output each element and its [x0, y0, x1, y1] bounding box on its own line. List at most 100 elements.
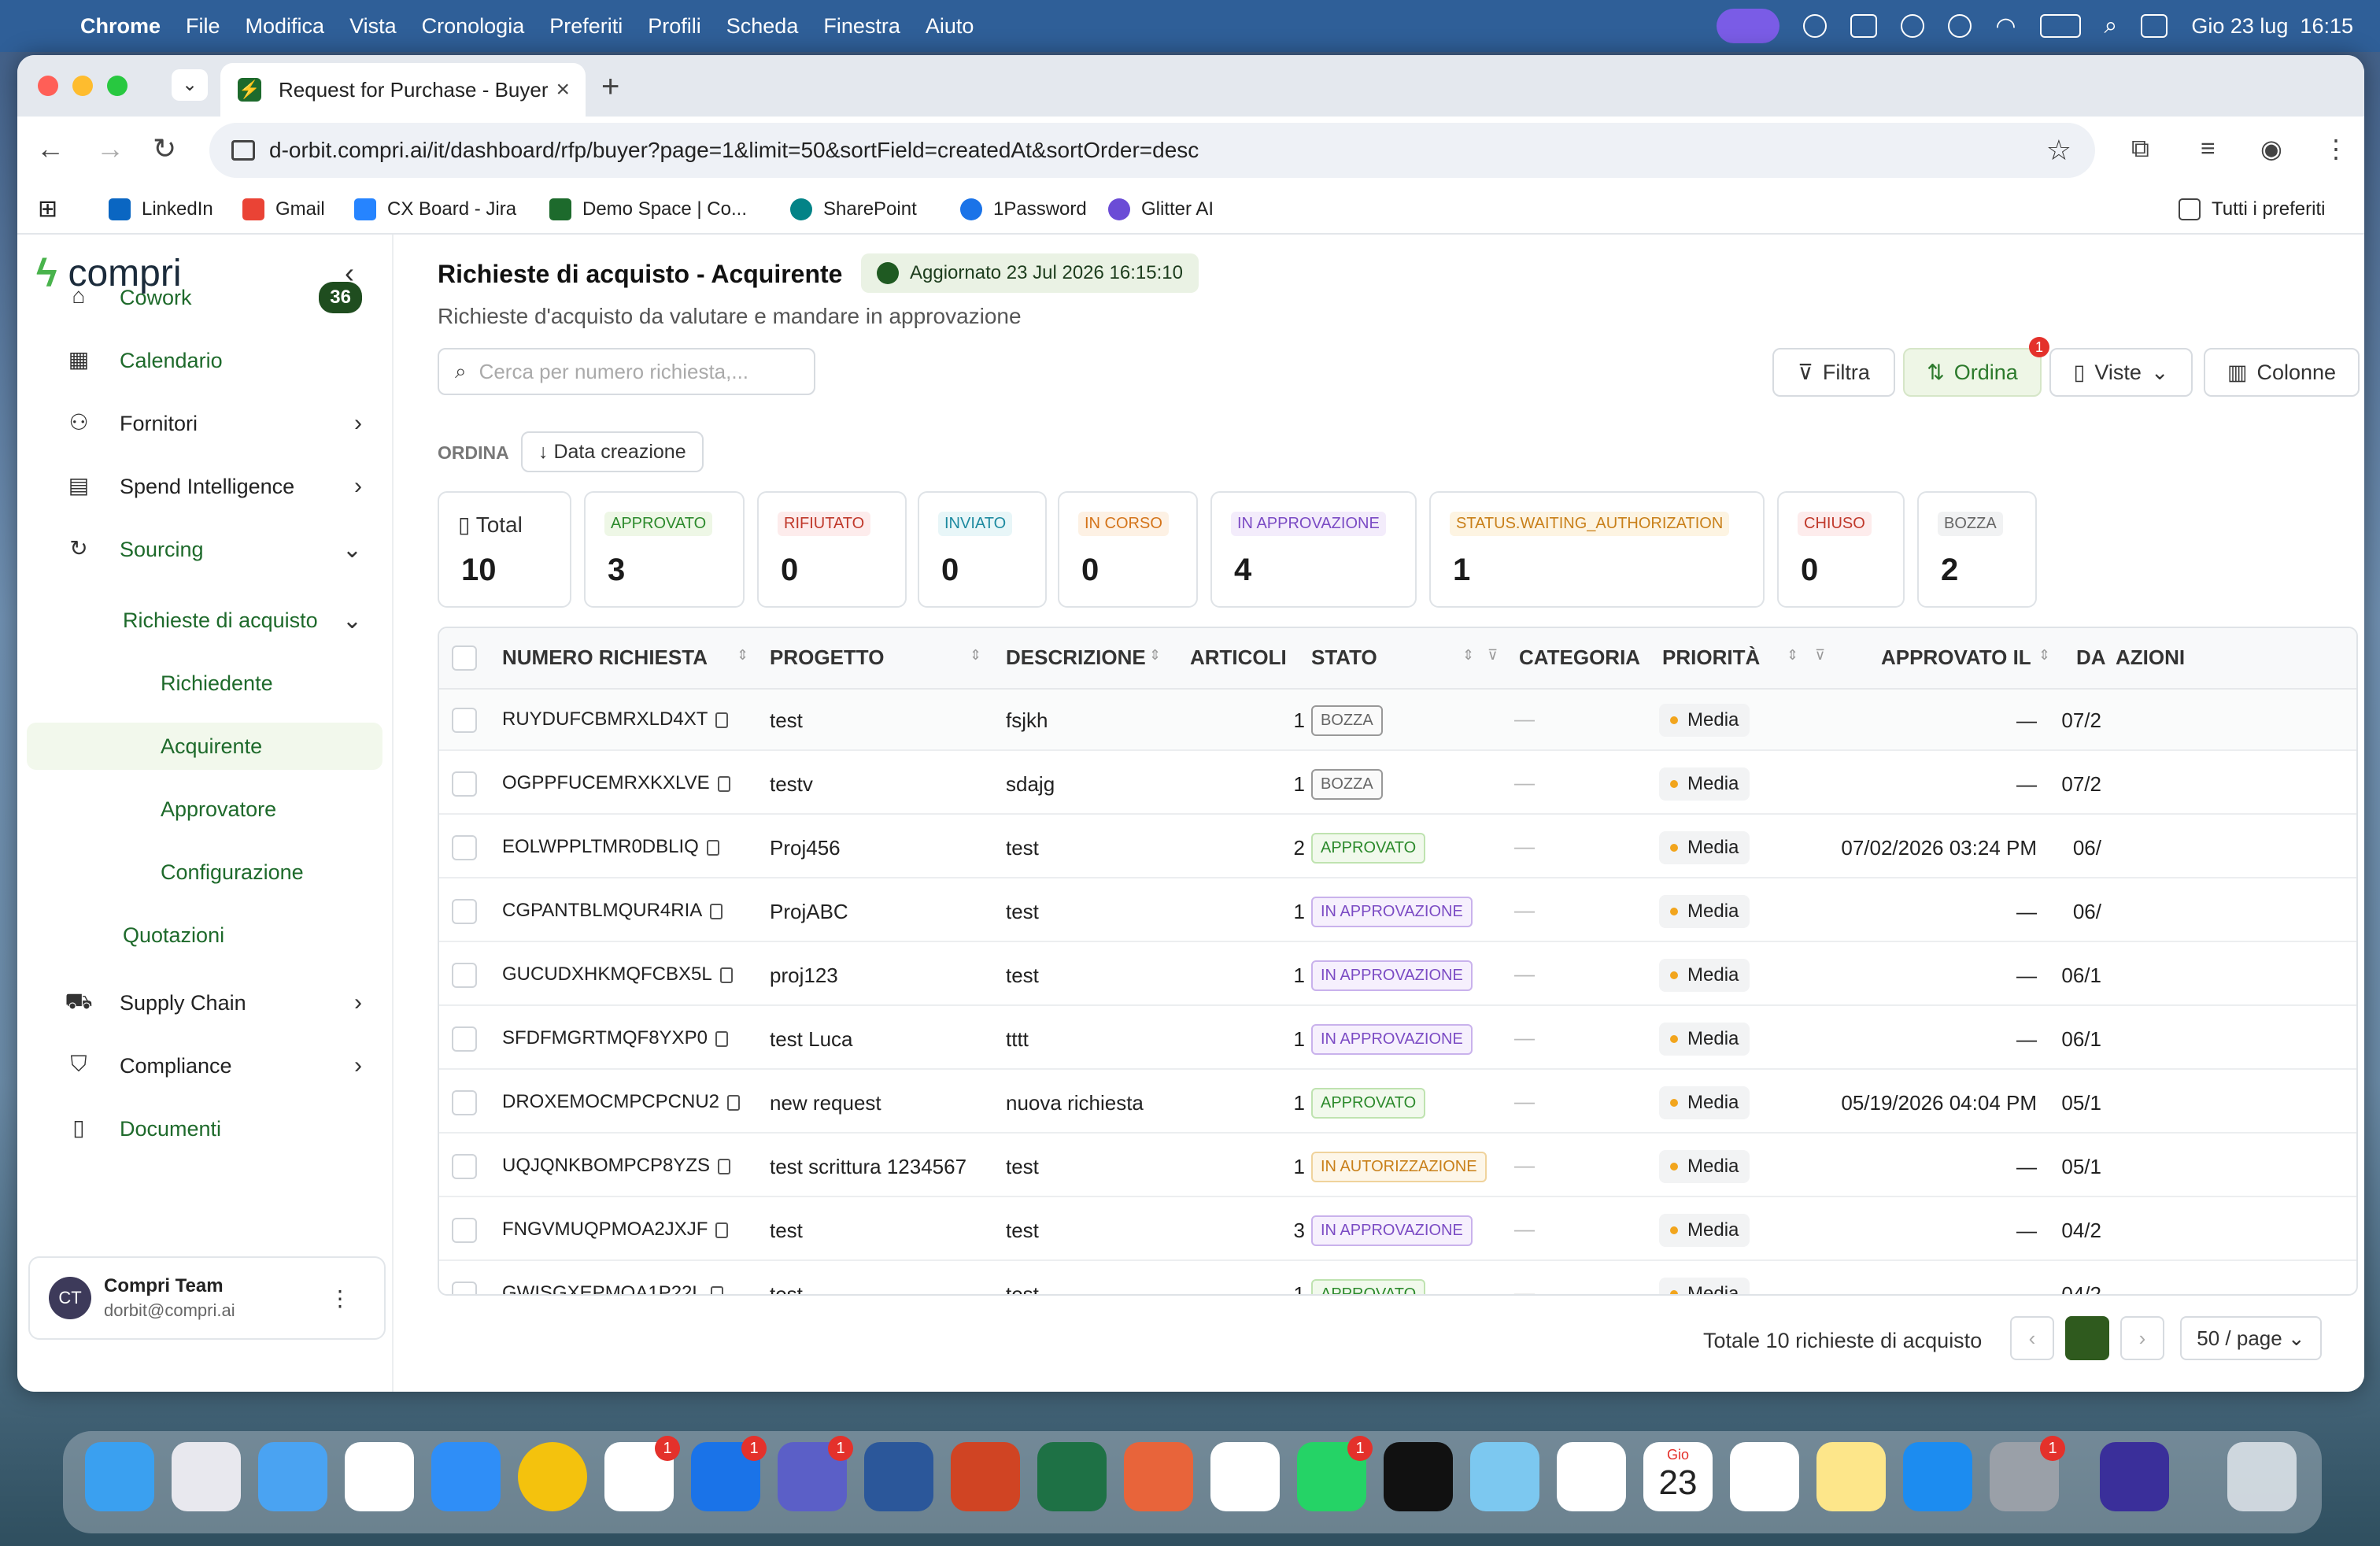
copy-icon[interactable]	[719, 967, 733, 983]
sidebar-item-richieste-di-acquisto[interactable]: Richieste di acquisto ⌄	[17, 597, 394, 644]
sidebar-item-compliance[interactable]: ⛉ Compliance ›	[17, 1042, 394, 1089]
menu-profiles[interactable]: Profili	[648, 14, 701, 39]
col-categoria[interactable]: CATEGORIA	[1519, 645, 1640, 670]
row-checkbox[interactable]	[452, 771, 477, 797]
spotlight-icon[interactable]: ⌕	[2105, 13, 2118, 39]
stat-card-in-corso[interactable]: IN CORSO 0	[1058, 491, 1198, 608]
site-info-icon[interactable]	[231, 140, 255, 161]
request-number[interactable]: DROXEMOCMPCPCNU2	[502, 1091, 741, 1113]
table-row[interactable]: OGPPFUCEMRXKXLVE testv sdajg 1 BOZZA — Media — 0…	[439, 753, 2356, 815]
request-number[interactable]: CGPANTBLMQUR4RIA	[502, 900, 723, 922]
kebab-menu-icon[interactable]: ⋮	[2323, 134, 2349, 164]
zoom-window-icon[interactable]	[107, 76, 128, 96]
reminders-icon[interactable]	[1730, 1442, 1799, 1511]
menu-help[interactable]: Aiuto	[926, 14, 974, 39]
bookmark-1password[interactable]: 1Password	[960, 198, 1087, 220]
current-page-button[interactable]	[2065, 1316, 2109, 1360]
fantastical-icon[interactable]	[345, 1442, 414, 1511]
col-descrizione[interactable]: DESCRIZIONE	[1006, 645, 1146, 670]
mail-icon[interactable]	[258, 1442, 327, 1511]
spotify-icon[interactable]	[1384, 1442, 1453, 1511]
col-approvato-il[interactable]: APPROVATO IL	[1881, 645, 2031, 670]
search-input[interactable]: ⌕ Cerca per numero richiesta,...	[438, 348, 815, 395]
word-icon[interactable]	[864, 1442, 933, 1511]
whatsapp-icon[interactable]: 1	[1297, 1436, 1373, 1511]
notes-icon[interactable]	[1816, 1442, 1886, 1511]
sidebar-item-sourcing[interactable]: ↻ Sourcing ⌄	[17, 526, 394, 573]
copy-icon[interactable]	[718, 1158, 731, 1174]
sidebar-item-quotazioni[interactable]: Quotazioni	[17, 912, 394, 959]
col-stato[interactable]: STATO	[1311, 645, 1377, 670]
tab-search-chevron-icon[interactable]: ⌄	[172, 69, 208, 101]
browser-tab[interactable]: ⚡ Request for Purchase - Buyer ×	[220, 63, 586, 117]
sort-arrows-icon[interactable]: ⇕	[1149, 647, 1161, 664]
launchpad-icon[interactable]	[172, 1442, 241, 1511]
copy-icon[interactable]	[715, 712, 729, 728]
copy-icon[interactable]	[710, 1285, 723, 1294]
sort-arrows-icon[interactable]: ⇕	[737, 647, 748, 664]
prev-page-icon[interactable]: ‹	[2010, 1316, 2054, 1360]
close-window-icon[interactable]	[38, 76, 58, 96]
stat-card-inviato[interactable]: INVIATO 0	[918, 491, 1047, 608]
table-row[interactable]: FNGVMUQPMOA2JXJF test test 3 IN APPROVAZIONE…	[439, 1200, 2356, 1261]
address-bar[interactable]: d-orbit.compri.ai/it/dashboard/rfp/buyer…	[209, 123, 2095, 178]
maps-icon[interactable]	[1470, 1442, 1539, 1511]
wifi-icon[interactable]: ◠	[1995, 13, 2016, 40]
slack-icon[interactable]: 1	[604, 1436, 680, 1511]
menu-edit[interactable]: Modifica	[246, 14, 325, 39]
table-row[interactable]: RUYDUFCBMRXLD4XT test fsjkh 1 BOZZA — Media — 07…	[439, 690, 2356, 751]
finder-icon[interactable]	[85, 1442, 154, 1511]
table-row[interactable]: SFDFMGRTMQF8YXP0 test Luca tttt 1 IN APPROVA…	[439, 1008, 2356, 1070]
sidebar-item-spend-intelligence[interactable]: ▤ Spend Intelligence ›	[17, 463, 394, 510]
stat-card-approvato[interactable]: APPROVATO 3	[584, 491, 745, 608]
sidebar-item-configurazione[interactable]: Configurazione	[17, 849, 394, 896]
app-store-icon[interactable]	[1903, 1442, 1972, 1511]
notion-icon[interactable]	[1850, 14, 1878, 38]
chrome-icon[interactable]	[518, 1442, 587, 1511]
col-progetto[interactable]: PROGETTO	[770, 645, 884, 670]
url-text[interactable]: d-orbit.compri.ai/it/dashboard/rfp/buyer…	[269, 138, 1199, 163]
columns-button[interactable]: ▥ Colonne	[2204, 348, 2360, 397]
stat-card-in-approvazione[interactable]: IN APPROVAZIONE 4	[1210, 491, 1417, 608]
row-checkbox[interactable]	[452, 963, 477, 988]
table-row[interactable]: GWISGXEPMOA1P22L test test 1 APPROVATO — Media…	[439, 1263, 2356, 1294]
bookmark-jira[interactable]: CX Board - Jira	[354, 198, 516, 220]
notion-icon[interactable]	[1210, 1442, 1280, 1511]
copy-icon[interactable]	[706, 839, 719, 856]
col-azioni[interactable]: AZIONI	[2116, 645, 2185, 670]
col-articoli[interactable]: ARTICOLI	[1190, 645, 1287, 670]
stat-card-waiting-authorization[interactable]: STATUS.WAITING_AUTHORIZATION 1	[1429, 491, 1765, 608]
sort-button[interactable]: ⇅ Ordina 1	[1903, 337, 2049, 397]
filter-button[interactable]: ⊽ Filtra	[1772, 348, 1895, 397]
request-number[interactable]: EOLWPPLTMR0DBLIQ	[502, 836, 719, 858]
all-bookmarks[interactable]: Tutti i preferiti	[2179, 198, 2325, 220]
menu-tab[interactable]: Scheda	[726, 14, 799, 39]
photos-icon[interactable]	[1557, 1442, 1626, 1511]
copy-icon[interactable]	[710, 903, 723, 919]
profile-icon[interactable]: ◉	[2260, 134, 2282, 164]
screen-share-icon[interactable]	[1717, 9, 1780, 43]
menu-app[interactable]: Chrome	[80, 14, 161, 39]
glitter-app-icon[interactable]	[2100, 1442, 2169, 1511]
row-checkbox[interactable]	[452, 708, 477, 733]
reload-icon[interactable]: ↻	[153, 132, 176, 165]
stat-card-bozza[interactable]: BOZZA 2	[1917, 491, 2037, 608]
menu-bookmarks[interactable]: Preferiti	[549, 14, 623, 39]
sidebar-item-acquirente[interactable]: Acquirente	[27, 723, 382, 770]
views-button[interactable]: ▯ Viste ⌄	[2049, 348, 2193, 397]
row-checkbox[interactable]	[452, 1282, 477, 1294]
sort-arrows-icon[interactable]: ⇕	[1787, 647, 1798, 664]
row-checkbox[interactable]	[452, 1154, 477, 1179]
powerpoint-icon[interactable]	[951, 1442, 1020, 1511]
calendar-icon[interactable]: Gio 23	[1643, 1442, 1713, 1511]
menubar-clock[interactable]: Gio 23 lug 16:15	[2191, 14, 2353, 39]
sort-arrows-icon[interactable]: ⇕	[1462, 647, 1474, 664]
request-number[interactable]: GWISGXEPMOA1P22L	[502, 1282, 723, 1294]
row-checkbox[interactable]	[452, 835, 477, 860]
media-icon[interactable]: ≡	[2201, 134, 2216, 163]
bookmark-linkedin[interactable]: LinkedIn	[109, 198, 213, 220]
forward-icon[interactable]: →	[96, 132, 124, 165]
claude-icon[interactable]	[1124, 1442, 1193, 1511]
filter-icon[interactable]: ⊽	[1488, 647, 1498, 664]
col-numero-richiesta[interactable]: NUMERO RICHIESTA	[502, 645, 708, 670]
